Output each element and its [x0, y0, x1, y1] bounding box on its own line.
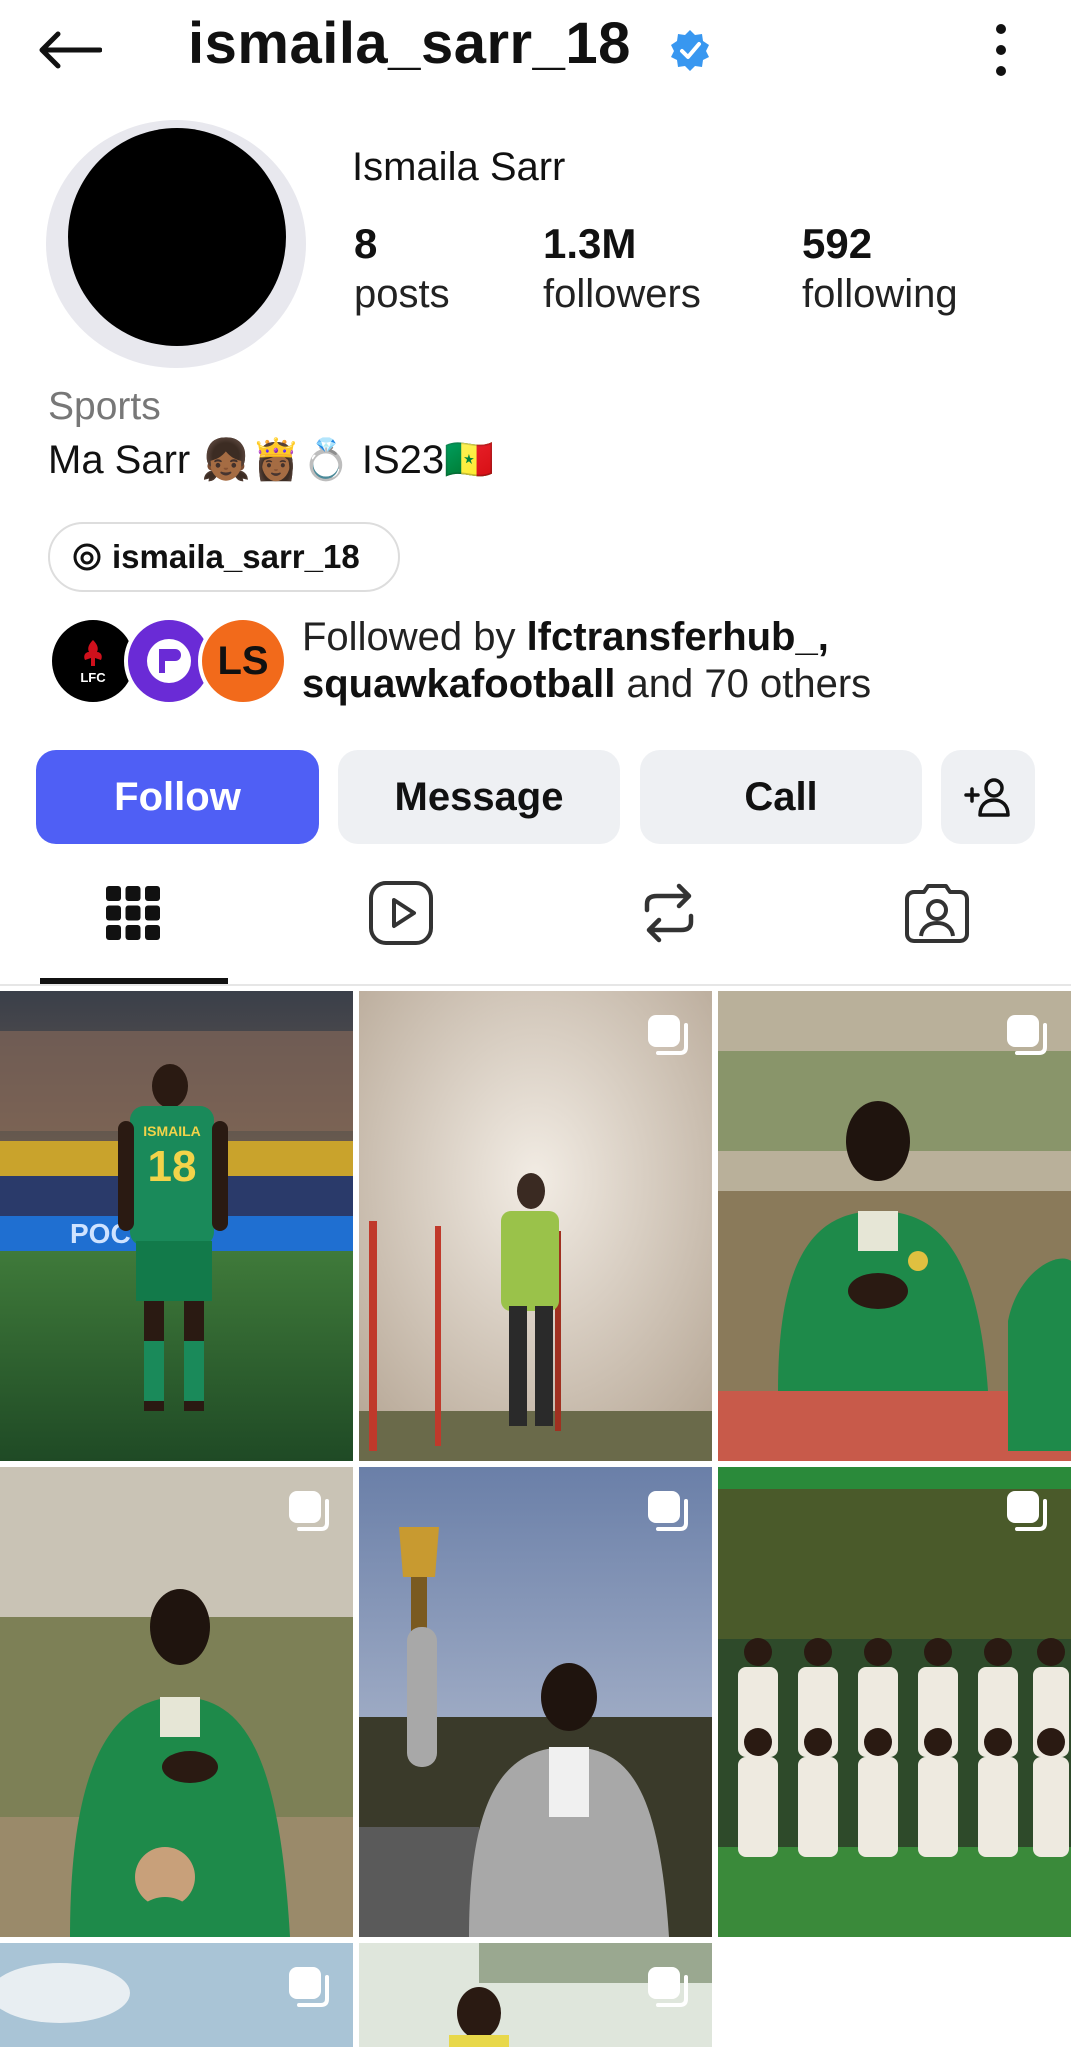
post-4-image [0, 1467, 353, 1937]
tab-tagged[interactable] [872, 868, 1002, 958]
more-dot [996, 66, 1006, 77]
suggest-user-button[interactable] [941, 750, 1035, 844]
threads-handle: ismaila_sarr_18 [112, 538, 360, 575]
followed-by-name-2: squawkafootball [302, 662, 616, 706]
reels-icon [369, 881, 433, 945]
grid-post-2[interactable] [359, 991, 712, 1461]
grid-post-3[interactable] [718, 991, 1071, 1461]
followed-by-suffix: and 70 others [615, 662, 872, 706]
grid-icon [106, 886, 160, 940]
carousel-icon [1007, 1015, 1047, 1055]
follow-button[interactable]: Follow [36, 750, 319, 844]
grid-post-8[interactable] [359, 1943, 712, 2047]
post-6-image [718, 1467, 1071, 1937]
avatar[interactable] [68, 128, 286, 346]
carousel-icon [648, 1491, 688, 1531]
lfc-avatar-text: LFC [80, 669, 106, 685]
posts-stat[interactable]: 8 posts [354, 220, 450, 317]
posts-label: posts [354, 272, 450, 316]
followed-by-name-1: lfctransferhub_, [526, 615, 829, 659]
post-1-image: POC ISMAILA 18 [0, 991, 353, 1461]
liverbird-icon [84, 639, 102, 666]
following-label: following [802, 272, 958, 316]
threads-icon [73, 543, 101, 571]
call-button[interactable]: Call [640, 750, 922, 844]
following-stat[interactable]: 592 following [802, 220, 958, 317]
verified-badge-icon [671, 30, 709, 71]
jersey-number: 18 [148, 1142, 197, 1191]
tab-posts-grid[interactable] [68, 868, 198, 958]
grid-post-5[interactable] [359, 1467, 712, 1937]
profile-category: Sports [48, 385, 161, 428]
followed-by-prefix: Followed by [302, 615, 527, 659]
profile-bio: Ma Sarr 👧🏾👸🏾💍 IS23🇸🇳 [48, 438, 494, 482]
tab-reels[interactable] [336, 868, 466, 958]
add-person-icon [964, 778, 1010, 817]
tabs-divider [0, 984, 1071, 986]
tab-reposts[interactable] [604, 868, 734, 958]
followers-count: 1.3M [543, 220, 637, 267]
carousel-icon [1007, 1491, 1047, 1531]
grid-post-7[interactable] [0, 1943, 353, 2047]
profile-username: ismaila_sarr_18 [188, 11, 631, 76]
arrow-left-icon [39, 31, 102, 69]
grid-post-4[interactable] [0, 1467, 353, 1937]
follower-avatar-ls: LS [198, 616, 288, 706]
squawka-logo-icon [147, 639, 191, 683]
followed-by-avatars[interactable]: LFC LS [48, 614, 288, 710]
carousel-icon [648, 1967, 688, 2007]
carousel-icon [289, 1491, 329, 1531]
more-options-button[interactable] [984, 18, 1018, 82]
followed-by-text[interactable]: Followed by lfctransferhub_, squawkafoot… [302, 614, 1042, 708]
back-button[interactable] [36, 20, 106, 80]
post-5-image [359, 1467, 712, 1937]
post-3-image [718, 991, 1071, 1461]
grid-post-1[interactable]: POC ISMAILA 18 [0, 991, 353, 1461]
grid-post-6[interactable] [718, 1467, 1071, 1937]
repost-icon [644, 883, 694, 943]
more-dot [996, 44, 1006, 55]
message-button[interactable]: Message [338, 750, 620, 844]
more-dot [996, 23, 1006, 34]
carousel-icon [289, 1967, 329, 2007]
followers-label: followers [543, 272, 701, 316]
threads-link[interactable]: ismaila_sarr_18 [48, 522, 400, 592]
posts-count: 8 [354, 220, 378, 267]
followers-stat[interactable]: 1.3M followers [543, 220, 701, 317]
carousel-icon [648, 1015, 688, 1055]
post-2-image [359, 991, 712, 1461]
profile-full-name: Ismaila Sarr [352, 145, 566, 189]
tagged-person-icon [905, 884, 969, 943]
jersey-name: ISMAILA [143, 1123, 201, 1139]
following-count: 592 [802, 220, 873, 267]
